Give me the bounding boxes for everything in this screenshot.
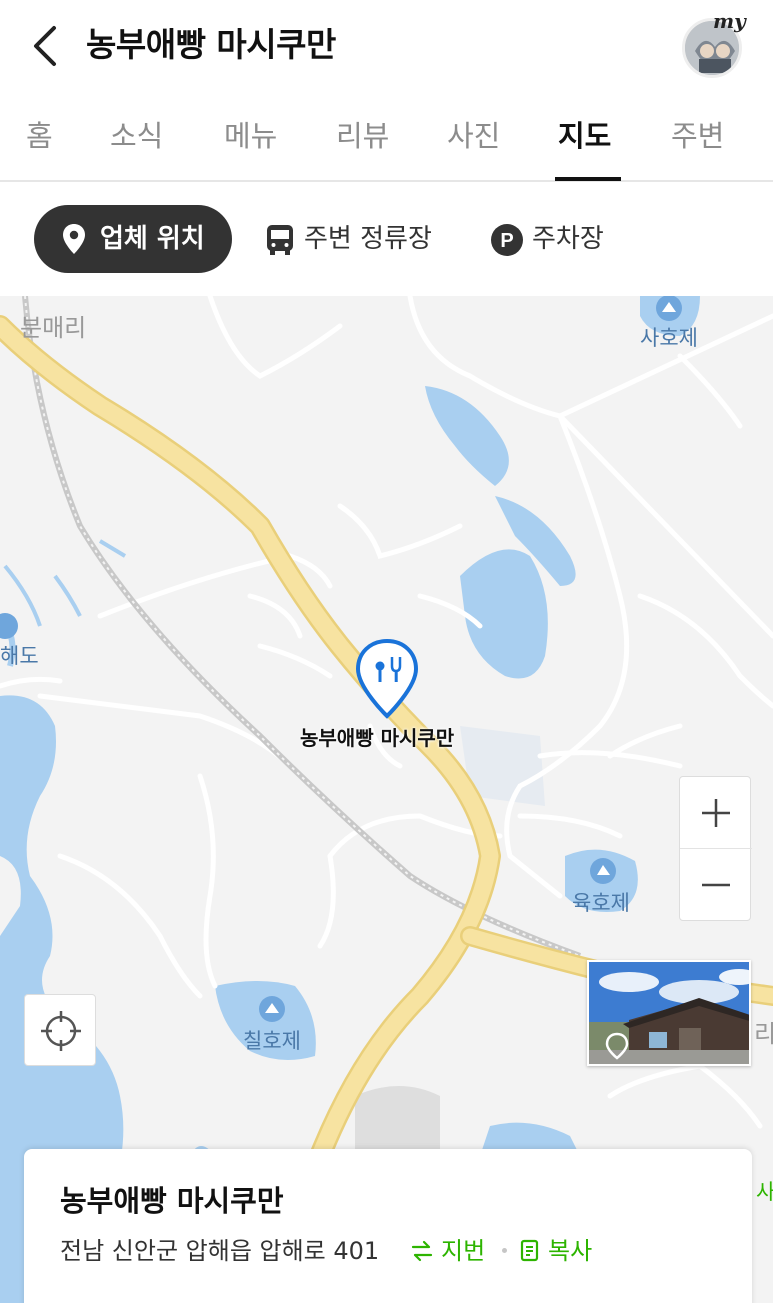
my-badge: my bbox=[713, 9, 746, 33]
nearby-stops-chip[interactable]: 주변 정류장 bbox=[262, 205, 442, 273]
street-view-photo bbox=[589, 962, 749, 1064]
active-tab-indicator bbox=[555, 177, 621, 181]
page-title: 농부애빵 마시쿠만 bbox=[86, 25, 336, 64]
minus-icon bbox=[702, 883, 730, 887]
map-label-edge-sa: 사 bbox=[756, 1180, 773, 1204]
zoom-out-button[interactable] bbox=[680, 849, 752, 921]
parking-label: 주차장 bbox=[532, 224, 604, 254]
copy-icon bbox=[520, 1239, 539, 1262]
map-label-chilho-je: 칠호제 bbox=[243, 1029, 301, 1053]
street-view-thumbnail[interactable] bbox=[587, 960, 751, 1066]
tab-news[interactable]: 소식 bbox=[110, 116, 163, 156]
plus-icon bbox=[702, 799, 730, 827]
map-label-yukho-je: 육호제 bbox=[572, 891, 630, 915]
chevron-left-icon bbox=[34, 26, 56, 66]
parking-chip[interactable]: P 주차장 bbox=[490, 205, 620, 273]
tab-menu[interactable]: 메뉴 bbox=[224, 116, 277, 156]
map-label-edge-ri: 리 bbox=[754, 1020, 773, 1048]
tab-nearby[interactable]: 주변 bbox=[671, 116, 724, 156]
zoom-in-button[interactable] bbox=[680, 777, 752, 849]
copy-label: 복사 bbox=[548, 1237, 593, 1265]
place-address: 전남 신안군 압해읍 압해로 401 bbox=[60, 1237, 380, 1265]
place-name: 농부애빵 마시쿠만 bbox=[60, 1184, 284, 1218]
map-label-hae-do: 해도 bbox=[0, 644, 39, 668]
location-pin-icon bbox=[63, 224, 85, 254]
bus-icon bbox=[267, 225, 293, 255]
zoom-control bbox=[679, 776, 752, 921]
my-location-button[interactable] bbox=[24, 994, 96, 1066]
tab-reviews[interactable]: 리뷰 bbox=[336, 116, 389, 156]
tab-bar: 홈 소식 메뉴 리뷰 사진 지도 주변 bbox=[0, 92, 773, 182]
nearby-stops-label: 주변 정류장 bbox=[304, 224, 432, 254]
pin-label[interactable]: 농부애빵 마시쿠만 bbox=[300, 722, 454, 751]
tab-home[interactable]: 홈 bbox=[26, 116, 53, 156]
back-button[interactable] bbox=[26, 22, 66, 70]
tab-photos[interactable]: 사진 bbox=[447, 116, 500, 156]
business-location-label: 업체 위치 bbox=[100, 224, 205, 254]
map-filter-bar: 업체 위치 주변 정류장 P 주차장 bbox=[0, 184, 773, 296]
header: 농부애빵 마시쿠만 my bbox=[0, 0, 773, 92]
parking-icon-letter: P bbox=[500, 230, 513, 252]
map-label-bunmae-ri: 분매리 bbox=[20, 314, 87, 342]
swap-arrows-icon bbox=[411, 1240, 433, 1262]
jibun-label: 지번 bbox=[441, 1237, 486, 1265]
tab-map[interactable]: 지도 bbox=[558, 116, 611, 156]
place-card[interactable]: 농부애빵 마시쿠만 전남 신안군 압해읍 압해로 401 지번 복사 bbox=[24, 1149, 752, 1303]
parking-icon: P bbox=[491, 224, 523, 256]
business-location-chip[interactable]: 업체 위치 bbox=[34, 205, 232, 273]
separator-dot bbox=[502, 1248, 507, 1253]
map-label-saho-je: 사호제 bbox=[640, 326, 698, 350]
crosshair-icon bbox=[41, 1011, 81, 1051]
